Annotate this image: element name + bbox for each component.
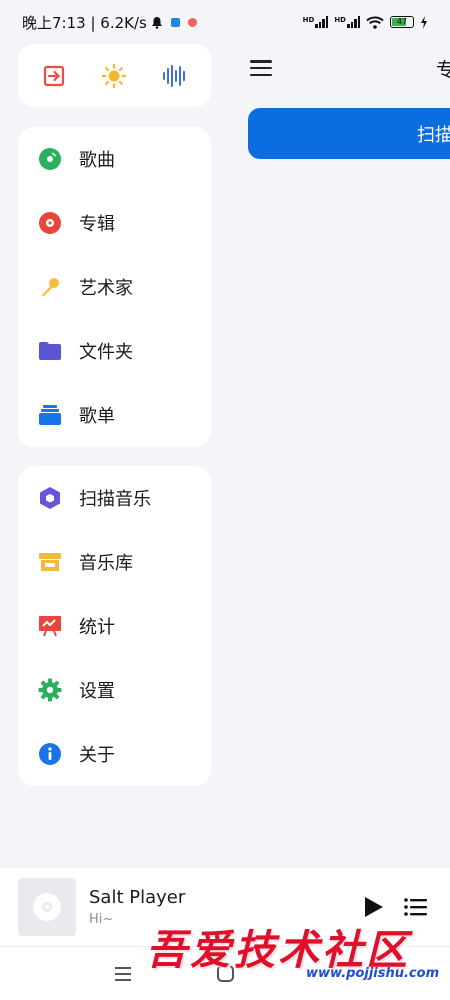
nav-label: 关于 [79,745,115,766]
nav-item-about[interactable]: 关于 [18,722,211,786]
scan-cube-icon [38,486,62,510]
watermark-url: www.pojjishu.com [306,966,440,981]
stats-board-icon [38,614,62,638]
song-disc-icon [38,147,62,171]
nav-item-statistics[interactable]: 统计 [18,594,211,658]
status-bar: 晚上7:13 | 6.2K/s HD HD 47 [0,0,450,44]
signal-icon: HD [334,16,360,28]
page-title: 专 [436,58,450,81]
brightness-icon[interactable] [99,61,129,91]
player-title: Salt Player [89,887,186,908]
nav-item-scan-music[interactable]: 扫描音乐 [18,466,211,530]
nav-item-playlists[interactable]: 歌单 [18,383,211,447]
quick-actions-card [18,44,211,107]
wifi-icon [366,16,384,29]
microphone-icon [38,275,62,299]
album-cover[interactable] [18,878,76,936]
nav-item-folders[interactable]: 文件夹 [18,319,211,383]
folder-icon [38,339,62,363]
signal-label: HD [334,16,346,24]
disc-placeholder-icon [33,893,61,921]
app-screen: 晚上7:13 | 6.2K/s HD HD 47 歌曲 专辑 艺术家 文件夹 歌… [0,0,450,1000]
nav-item-albums[interactable]: 专辑 [18,191,211,255]
nav-label: 统计 [79,617,115,638]
nav-label: 艺术家 [79,278,133,299]
nav-item-music-library[interactable]: 音乐库 [18,530,211,594]
status-time-speed: 晚上7:13 | 6.2K/s [22,13,147,32]
main-topbar: 专 [248,52,450,84]
scan-button[interactable]: 扫描 [248,108,450,159]
app-notification-icon [187,17,197,27]
bell-icon [151,16,162,29]
nav-label: 歌曲 [79,150,115,171]
gear-icon [38,678,62,702]
nav-label: 歌单 [79,406,115,427]
tools-nav-card: 扫描音乐 音乐库 统计 设置 关于 [18,466,211,786]
nav-item-songs[interactable]: 歌曲 [18,127,211,191]
hamburger-menu-icon[interactable] [248,57,274,79]
nav-label: 设置 [79,681,115,702]
recents-menu-icon[interactable] [115,967,131,981]
waveform-icon[interactable] [160,61,190,91]
playlist-stack-icon [38,403,62,427]
charging-icon [421,15,427,29]
album-disc-icon [38,211,62,235]
queue-list-icon[interactable] [404,896,428,918]
store-icon [38,550,62,574]
watermark: 吾爱技术社区 www.pojjishu.com [146,916,446,986]
nav-label: 扫描音乐 [79,489,151,510]
signal-label: HD [302,16,315,24]
nav-label: 文件夹 [79,342,133,363]
info-icon [38,742,62,766]
battery-icon: 47 [390,16,414,28]
play-icon[interactable] [362,896,384,918]
nav-item-settings[interactable]: 设置 [18,658,211,722]
signal-icon: HD [303,16,329,28]
exit-icon[interactable] [39,61,69,91]
nav-label: 音乐库 [79,553,133,574]
app-notification-icon [170,17,180,27]
library-nav-card: 歌曲 专辑 艺术家 文件夹 歌单 [18,127,211,447]
battery-level: 47 [396,17,408,26]
nav-item-artists[interactable]: 艺术家 [18,255,211,319]
nav-label: 专辑 [79,214,115,235]
